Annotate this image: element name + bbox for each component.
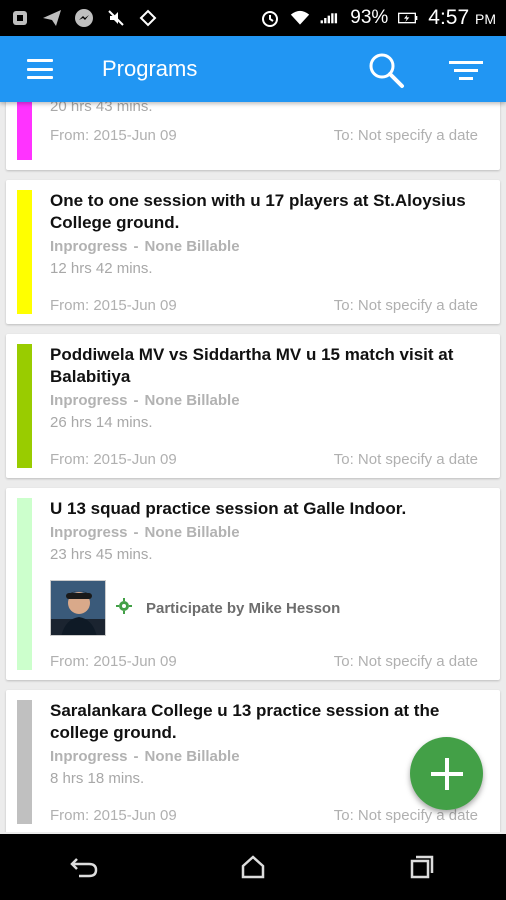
recents-icon <box>410 855 433 879</box>
program-duration: 23 hrs 45 mins. <box>50 546 153 563</box>
program-color-bar <box>17 700 32 824</box>
mute-icon <box>106 8 126 28</box>
send-icon <box>42 8 62 28</box>
app-bar: Programs <box>0 36 506 102</box>
program-card[interactable]: Poddiwela MV vs Siddartha MV u 15 match … <box>6 334 500 478</box>
program-to-date: To: Not specify a date <box>333 127 478 144</box>
vpn-icon <box>138 8 158 28</box>
alarm-icon <box>260 8 280 28</box>
page-title: Programs <box>102 56 198 81</box>
status-bar: 93% 4:57 PM <box>0 0 506 36</box>
program-to-date: To: Not specify a date <box>333 451 478 468</box>
program-title: Saralankara College u 13 practice sessio… <box>50 701 440 742</box>
filter-button[interactable] <box>444 52 488 88</box>
add-program-button[interactable] <box>410 737 483 810</box>
program-status: Inprogress - None Billable <box>50 238 240 255</box>
program-duration: 12 hrs 42 mins. <box>50 260 153 277</box>
program-to-date: To: Not specify a date <box>333 807 478 824</box>
system-nav-bar <box>0 834 506 900</box>
search-icon <box>369 53 404 88</box>
home-icon <box>241 855 265 879</box>
program-status: Inprogress - None Billable <box>50 524 240 541</box>
wifi-icon <box>290 8 310 28</box>
program-from-date: From: 2015-Jun 09 <box>50 127 177 144</box>
battery-percent: 93% <box>350 7 389 28</box>
avatar[interactable] <box>50 580 106 636</box>
program-title: U 13 squad practice session at Galle Ind… <box>50 499 407 518</box>
program-title: One to one session with u 17 players at … <box>50 191 466 232</box>
program-from-date: From: 2015-Jun 09 <box>50 807 177 824</box>
recents-button[interactable] <box>392 842 452 892</box>
add-icon <box>430 757 463 790</box>
program-color-bar <box>17 102 32 160</box>
program-status: Inprogress - None Billable <box>50 392 240 409</box>
menu-icon <box>27 59 53 79</box>
participant-row: Participate by Mike Hesson <box>50 580 478 636</box>
program-to-date: To: Not specify a date <box>333 653 478 670</box>
program-color-bar <box>17 498 32 670</box>
program-color-bar <box>17 190 32 314</box>
program-card[interactable]: 20 hrs 43 mins. From: 2015-Jun 09 To: No… <box>6 102 500 170</box>
program-card[interactable]: One to one session with u 17 players at … <box>6 180 500 324</box>
filter-icon <box>449 60 483 64</box>
signal-icon <box>320 8 340 28</box>
program-card[interactable]: U 13 squad practice session at Galle Ind… <box>6 488 500 680</box>
battery-icon <box>398 8 418 28</box>
program-to-date: To: Not specify a date <box>333 297 478 314</box>
search-button[interactable] <box>366 50 406 90</box>
clock: 4:57 PM <box>428 6 496 29</box>
notification-icon <box>10 8 30 28</box>
program-from-date: From: 2015-Jun 09 <box>50 297 177 314</box>
program-from-date: From: 2015-Jun 09 <box>50 451 177 468</box>
messenger-icon <box>74 8 94 28</box>
program-list[interactable]: 20 hrs 43 mins. From: 2015-Jun 09 To: No… <box>0 102 506 832</box>
program-duration: 26 hrs 14 mins. <box>50 414 153 431</box>
home-button[interactable] <box>223 842 283 892</box>
program-from-date: From: 2015-Jun 09 <box>50 653 177 670</box>
program-color-bar <box>17 344 32 468</box>
gear-icon <box>116 597 132 619</box>
program-duration: 20 hrs 43 mins. <box>50 102 153 112</box>
program-title: Poddiwela MV vs Siddartha MV u 15 match … <box>50 345 454 386</box>
back-icon <box>70 858 98 878</box>
menu-button[interactable] <box>0 36 80 102</box>
participant-label: Participate by Mike Hesson <box>146 599 341 617</box>
back-button[interactable] <box>54 842 114 892</box>
